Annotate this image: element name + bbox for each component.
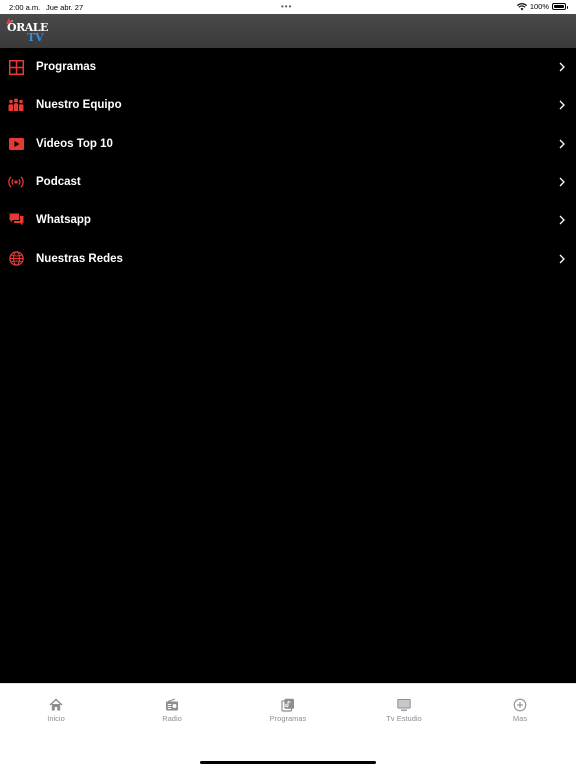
status-bar: 2:00 a.m. Jue abr. 27 ••• 100% bbox=[0, 0, 576, 14]
tab-bar: Inicio Radio Programas Tv Estudio Mas bbox=[0, 683, 576, 768]
tab-programas[interactable]: Programas bbox=[248, 698, 328, 723]
menu-item-nuestras-redes[interactable]: Nuestras Redes bbox=[0, 239, 576, 277]
menu-item-label: Programas bbox=[36, 61, 97, 74]
status-right: 100% bbox=[516, 2, 568, 11]
chat-icon bbox=[8, 212, 24, 228]
battery-percent: 100% bbox=[529, 2, 549, 11]
broadcast-icon bbox=[8, 174, 24, 190]
tab-label: Inicio bbox=[47, 714, 65, 723]
chevron-right-icon bbox=[559, 215, 565, 225]
library-icon bbox=[281, 698, 294, 712]
menu-item-podcast[interactable]: Podcast bbox=[0, 163, 576, 201]
orale-tv-logo[interactable]: ÓRALE TV bbox=[6, 18, 48, 45]
chevron-right-icon bbox=[559, 139, 565, 149]
tv-icon bbox=[397, 699, 411, 711]
team-icon bbox=[8, 97, 24, 113]
tab-mas[interactable]: Mas bbox=[480, 698, 560, 723]
menu-item-nuestro-equipo[interactable]: Nuestro Equipo bbox=[0, 86, 576, 124]
battery-icon bbox=[552, 3, 568, 10]
menu-item-label: Nuestro Equipo bbox=[36, 99, 122, 112]
menu-item-whatsapp[interactable]: Whatsapp bbox=[0, 201, 576, 239]
chevron-right-icon bbox=[559, 62, 565, 72]
home-indicator[interactable] bbox=[200, 761, 376, 764]
chevron-right-icon bbox=[559, 177, 565, 187]
menu-list: Programas Nuestro Equipo Videos Top 10 P… bbox=[0, 48, 576, 278]
status-time: 2:00 a.m. bbox=[9, 3, 41, 12]
radio-icon bbox=[166, 698, 178, 711]
menu-item-label: Videos Top 10 bbox=[36, 137, 113, 150]
grid-icon bbox=[8, 59, 24, 75]
wifi-icon bbox=[516, 2, 527, 10]
status-date: Jue abr. 27 bbox=[46, 3, 84, 12]
home-icon bbox=[49, 698, 63, 711]
play-video-icon bbox=[8, 136, 24, 152]
tab-radio[interactable]: Radio bbox=[132, 698, 212, 723]
chevron-right-icon bbox=[559, 100, 565, 110]
app-header: ÓRALE TV bbox=[0, 14, 576, 48]
menu-item-programas[interactable]: Programas bbox=[0, 48, 576, 86]
menu-item-label: Whatsapp bbox=[36, 214, 91, 227]
tab-label: Programas bbox=[269, 714, 307, 723]
tab-tv-estudio[interactable]: Tv Estudio bbox=[364, 698, 444, 723]
menu-item-videos-top-10[interactable]: Videos Top 10 bbox=[0, 125, 576, 163]
menu-item-label: Nuestras Redes bbox=[36, 252, 123, 265]
plus-circle-icon bbox=[513, 698, 527, 712]
tab-inicio[interactable]: Inicio bbox=[16, 698, 96, 723]
multitasking-dots[interactable]: ••• bbox=[281, 2, 292, 11]
tab-label: Radio bbox=[162, 714, 182, 723]
menu-item-label: Podcast bbox=[36, 176, 81, 189]
app-screen: 2:00 a.m. Jue abr. 27 ••• 100% ÓRALE TV … bbox=[0, 0, 576, 768]
chevron-right-icon bbox=[559, 254, 565, 264]
logo-text-bottom: TV bbox=[27, 31, 44, 44]
tab-label: Mas bbox=[512, 714, 528, 723]
globe-icon bbox=[8, 251, 24, 267]
tab-label: Tv Estudio bbox=[386, 714, 422, 723]
